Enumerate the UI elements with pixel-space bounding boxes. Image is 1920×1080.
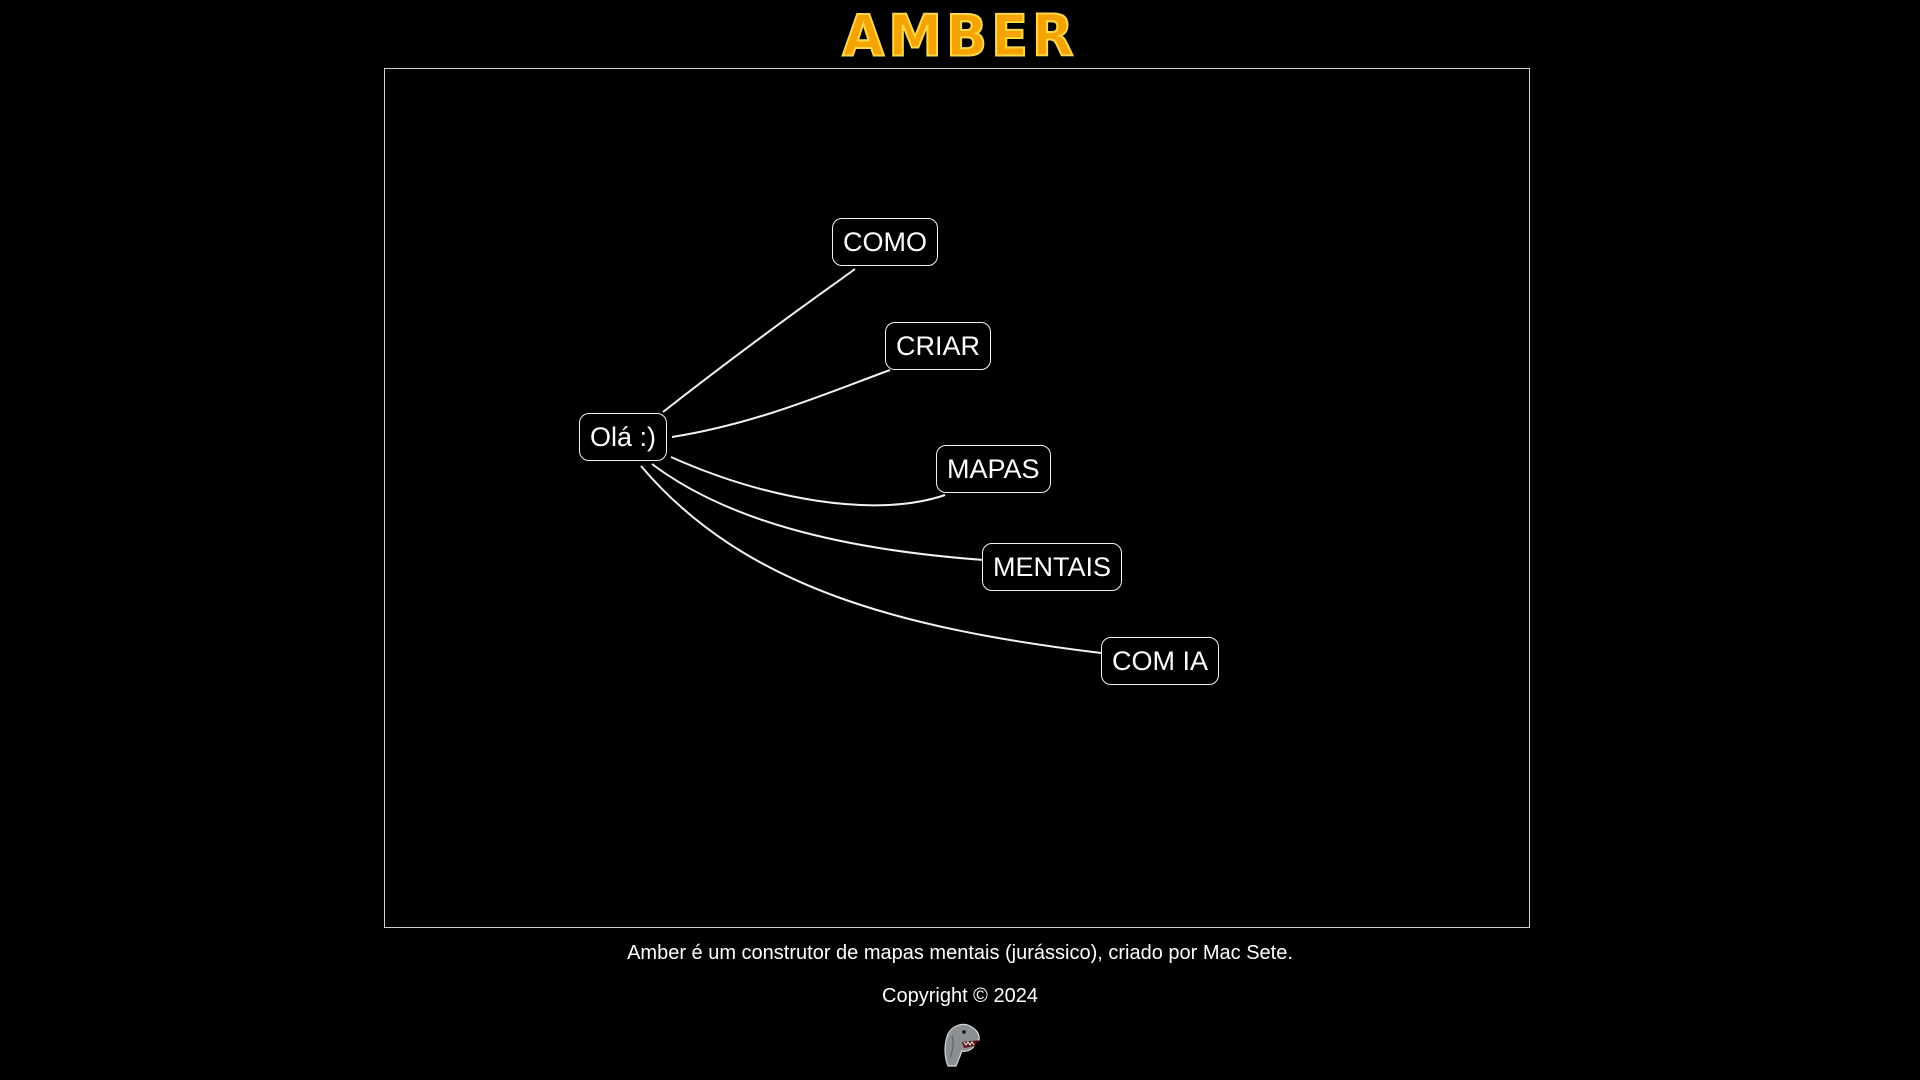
- t-rex-head-icon: [944, 1023, 980, 1067]
- node-com-ia[interactable]: COM IA: [1101, 637, 1220, 685]
- footer-copyright: Copyright © 2024: [882, 985, 1038, 1007]
- node-como[interactable]: COMO: [832, 218, 938, 266]
- node-root[interactable]: Olá :): [579, 413, 668, 461]
- mindmap-canvas[interactable]: Olá :) COMO CRIAR MAPAS MENTAIS COM IA: [384, 68, 1530, 928]
- app-title: AMBER: [0, 0, 1920, 71]
- edge-como: [662, 268, 856, 413]
- app-title-text: AMBER: [842, 4, 1077, 70]
- edge-mapas: [670, 456, 946, 507]
- amber-logo: AMBER: [841, 3, 1074, 71]
- page: AMBER Olá :) COMO CRIAR MAPAS MENTAIS CO…: [0, 0, 1920, 1080]
- mindmap-edges: [640, 268, 1102, 654]
- node-criar[interactable]: CRIAR: [885, 322, 992, 370]
- footer-description: Amber é um construtor de mapas mentais (…: [627, 942, 1293, 964]
- edge-mentais: [651, 463, 985, 561]
- node-mapas[interactable]: MAPAS: [936, 445, 1051, 493]
- node-mentais[interactable]: MENTAIS: [982, 543, 1123, 591]
